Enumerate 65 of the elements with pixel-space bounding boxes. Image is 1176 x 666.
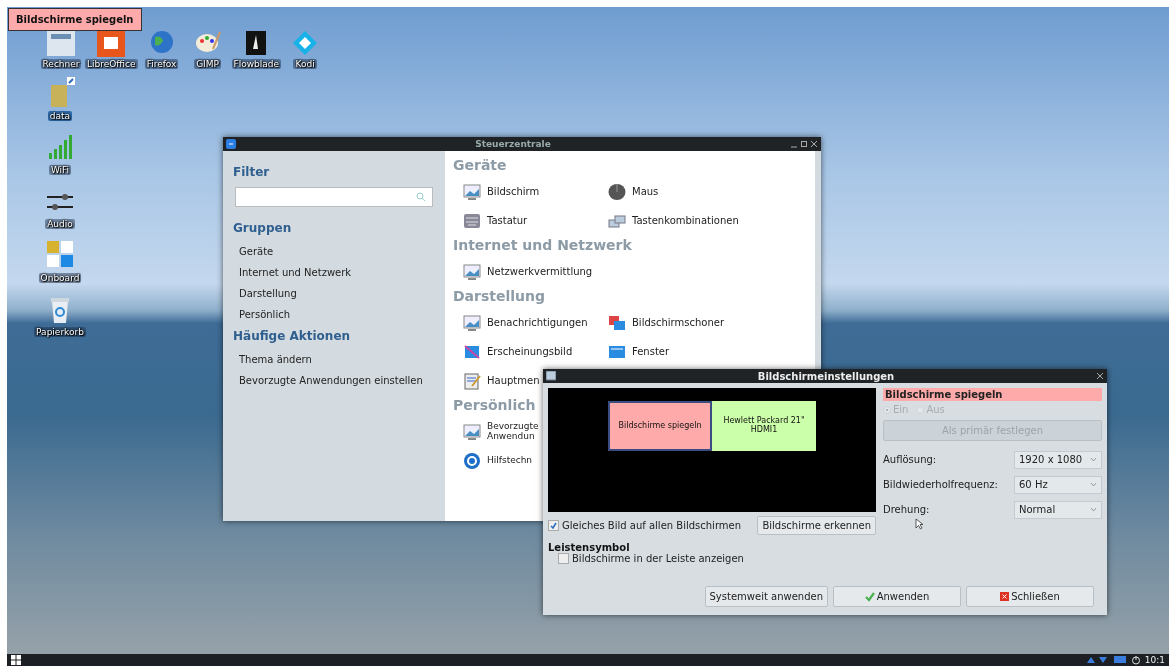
- search-icon: [416, 192, 426, 202]
- settings-item[interactable]: Erscheinungsbild: [463, 337, 608, 366]
- selected-monitor-heading: Bildschirme spiegeln: [883, 388, 1102, 401]
- section-heading: Leistensymbol: [548, 542, 631, 553]
- caret-icon: [1090, 482, 1097, 487]
- check-icon: [550, 522, 557, 529]
- start-menu-icon: [11, 655, 21, 665]
- close-icon: [1000, 592, 1010, 601]
- tooltip: Bildschirme spiegeln: [8, 8, 142, 31]
- monitor-tile[interactable]: Hewlett Packard 21" HDMI1: [712, 401, 816, 451]
- sync-arrows-icon: [1084, 655, 1109, 665]
- screens-icon: [608, 313, 626, 332]
- section-heading: Häufige Aktionen: [233, 329, 352, 343]
- keyboard-icon: [463, 211, 481, 230]
- settings-item[interactable]: Netzwerkvermittlung: [463, 257, 608, 286]
- sidebar-item[interactable]: Internet und Netzwerk: [233, 262, 435, 283]
- app-icon: [226, 139, 236, 149]
- sidebar-item[interactable]: Thema ändern: [233, 349, 435, 370]
- power-icon: [1130, 655, 1141, 665]
- search-field[interactable]: [235, 187, 433, 207]
- apply-button[interactable]: Anwenden: [833, 586, 961, 607]
- field-label: Auflösung:: [883, 454, 937, 465]
- settings-item[interactable]: Bildschirm: [463, 177, 608, 206]
- checkbox-label: Gleiches Bild auf allen Bildschirmen: [562, 520, 742, 531]
- section-heading: Filter: [233, 165, 271, 179]
- close-button[interactable]: Schließen: [966, 586, 1094, 607]
- section-heading: Darstellung: [453, 288, 547, 304]
- sidebar-item[interactable]: Darstellung: [233, 283, 435, 304]
- sidebar-item[interactable]: Persönlich: [233, 304, 435, 325]
- checkmark-icon: [864, 591, 875, 602]
- settings-item[interactable]: Fenster: [608, 337, 808, 366]
- pointer-icon: [915, 518, 924, 530]
- maximize-icon: [800, 140, 808, 148]
- section-heading: Gruppen: [233, 221, 293, 235]
- monitor-tile[interactable]: Bildschirme spiegeln: [608, 401, 712, 451]
- notepad-icon: [463, 371, 481, 390]
- caret-icon: [1090, 507, 1097, 512]
- field-label: Drehung:: [883, 504, 930, 515]
- settings-item[interactable]: Maus: [608, 177, 808, 206]
- checkbox-label: Bildschirme in der Leiste anzeigen: [572, 553, 744, 564]
- caret-icon: [1090, 457, 1097, 462]
- settings-item[interactable]: Bildschirmschoner: [608, 308, 808, 337]
- dropdown[interactable]: 1920 x 1080: [1014, 450, 1102, 469]
- window-title: Bildschirmeinstellungen: [756, 370, 896, 382]
- system-apply-button[interactable]: Systemweit anwenden: [704, 586, 828, 607]
- clock: 10:1: [1144, 655, 1165, 665]
- close-icon: [1096, 372, 1104, 380]
- settings-item[interactable]: Tastenkombinationen: [608, 206, 808, 235]
- dropdown[interactable]: Normal: [1014, 500, 1102, 519]
- checkbox[interactable]: [558, 553, 569, 564]
- checkbox[interactable]: [548, 520, 559, 531]
- window-title: Steuerzentrale: [474, 139, 552, 149]
- section-heading: Geräte: [453, 157, 508, 173]
- field-label: Bildwiederholfrequenz:: [883, 479, 998, 490]
- close-icon: [810, 140, 818, 148]
- settings-item[interactable]: Hilfstechn: [463, 446, 543, 475]
- section-heading: Internet und Netzwerk: [453, 237, 633, 253]
- detect-button[interactable]: Bildschirme erkennen: [757, 516, 876, 535]
- section-heading: Persönlich: [453, 397, 537, 413]
- sidebar-item[interactable]: Bevorzugte Anwendungen einstellen: [233, 370, 435, 391]
- settings-item[interactable]: Tastatur: [463, 206, 608, 235]
- settings-item[interactable]: Bevorzugte Anwendun: [463, 417, 543, 446]
- settings-item[interactable]: Benachrichtigungen: [463, 308, 608, 337]
- sidebar-item[interactable]: Geräte: [233, 241, 435, 262]
- dropdown[interactable]: 60 Hz: [1014, 475, 1102, 494]
